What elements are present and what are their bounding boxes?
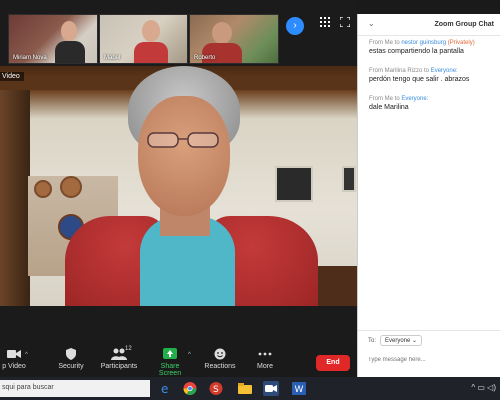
caret-up-icon[interactable]: ^ bbox=[188, 352, 191, 358]
smile-icon bbox=[214, 348, 226, 360]
grid-view-icon[interactable] bbox=[320, 17, 330, 27]
chat-message: From Me to Everyone: dale Marilina bbox=[369, 96, 499, 111]
meeting-toolbar: p Video ^ Security Participants 12 Share… bbox=[0, 340, 357, 377]
chevron-down-icon: ⌄ bbox=[412, 338, 418, 344]
svg-text:W: W bbox=[295, 385, 304, 395]
next-thumbnails-button[interactable]: › bbox=[286, 17, 304, 35]
message-recipient[interactable]: Everyone: bbox=[401, 96, 428, 102]
chat-message: From Marilina Rizzo to Everyone: perdón … bbox=[369, 68, 499, 83]
participant-face bbox=[61, 21, 77, 41]
shield-icon bbox=[66, 348, 76, 360]
message-text: perdón tengo que salir . abrazos bbox=[369, 76, 470, 83]
toolbar-label: Security bbox=[58, 363, 84, 370]
toolbar-label: Participants bbox=[100, 363, 138, 370]
fullscreen-icon[interactable] bbox=[340, 17, 350, 27]
windows-taskbar: squi para buscar e S W ^ ▭ ◁) bbox=[0, 377, 500, 400]
to-label: To: bbox=[368, 338, 377, 344]
participant-thumbnail[interactable]: Roberto bbox=[189, 14, 279, 64]
message-recipient[interactable]: Everyone: bbox=[431, 68, 458, 74]
edge-icon[interactable]: e bbox=[158, 381, 174, 396]
participant-name: Roberto bbox=[194, 55, 216, 61]
decor-plate bbox=[34, 180, 52, 198]
meeting-window: Miriam Nova Mabel Roberto › Video p Vide… bbox=[0, 0, 357, 377]
participant-body bbox=[55, 41, 85, 63]
participant-thumbnail[interactable]: Mabel bbox=[99, 14, 188, 64]
search-text: squi para buscar bbox=[2, 384, 54, 391]
decor-plate bbox=[60, 176, 82, 198]
participant-name: Miriam Nova bbox=[13, 55, 47, 61]
more-icon bbox=[258, 352, 272, 356]
security-button[interactable]: Security bbox=[56, 348, 86, 370]
network-icon: ▭ bbox=[477, 383, 485, 392]
taskbar-search[interactable]: squi para buscar bbox=[0, 380, 150, 397]
recipient-select[interactable]: Everyone ⌄ bbox=[380, 335, 423, 346]
recipient-value: Everyone bbox=[385, 338, 411, 344]
chevron-up-icon: ^ bbox=[471, 383, 476, 392]
toolbar-label: p Video bbox=[2, 363, 26, 370]
private-flag: (Privately) bbox=[447, 40, 475, 46]
toolbar-label: More bbox=[257, 363, 273, 370]
end-meeting-button[interactable]: End bbox=[316, 355, 350, 371]
stop-video-button[interactable]: p Video bbox=[0, 348, 28, 370]
message-sender: From Marilina Rizzo to bbox=[369, 68, 430, 74]
message-recipient[interactable]: nestor guinsburg bbox=[401, 40, 446, 46]
chat-footer: To: Everyone ⌄ bbox=[358, 330, 500, 377]
volume-icon: ◁) bbox=[487, 383, 496, 392]
svg-text:e: e bbox=[161, 382, 168, 396]
glasses-icon bbox=[147, 132, 219, 148]
message-sender: From Me to bbox=[369, 96, 400, 102]
participant-name: Mabel bbox=[104, 55, 121, 61]
chat-message: From Me to nestor guinsburg (Privately) … bbox=[369, 40, 499, 55]
chat-header: ⌄ Zoom Group Chat bbox=[358, 14, 500, 36]
participant-body bbox=[134, 42, 168, 63]
wall-picture bbox=[275, 166, 313, 202]
wall-picture bbox=[342, 166, 356, 192]
toolbar-label: Share Screen bbox=[158, 363, 182, 377]
chat-panel: ⌄ Zoom Group Chat From Me to nestor guin… bbox=[357, 14, 500, 377]
share-screen-icon bbox=[163, 348, 177, 359]
svg-text:S: S bbox=[213, 385, 219, 395]
system-tray[interactable]: ^ ▭ ◁) bbox=[471, 383, 496, 392]
chat-input[interactable] bbox=[368, 353, 493, 367]
participant-face bbox=[142, 20, 160, 42]
reactions-button[interactable]: Reactions bbox=[203, 348, 237, 370]
message-text: estas compartiendo la pantalla bbox=[369, 48, 464, 55]
zoom-icon[interactable] bbox=[263, 381, 279, 396]
folder-icon[interactable] bbox=[237, 381, 253, 396]
thumbnail-strip: Miriam Nova Mabel Roberto bbox=[0, 14, 357, 66]
app-icon[interactable]: S bbox=[208, 381, 224, 396]
wall-left bbox=[0, 90, 30, 306]
participant-thumbnail[interactable]: Miriam Nova bbox=[8, 14, 98, 64]
word-icon[interactable]: W bbox=[291, 381, 307, 396]
active-speaker-video bbox=[0, 66, 357, 306]
more-button[interactable]: More bbox=[251, 348, 279, 370]
toolbar-label: Reactions bbox=[204, 363, 236, 370]
message-text: dale Marilina bbox=[369, 104, 409, 111]
chat-message-meta: From Me to Everyone: bbox=[369, 96, 499, 102]
message-sender: From Me to bbox=[369, 40, 400, 46]
participant-face bbox=[212, 22, 232, 44]
video-label: Video bbox=[0, 72, 24, 81]
screen: Miriam Nova Mabel Roberto › Video p Vide… bbox=[0, 0, 500, 400]
participants-button[interactable]: Participants bbox=[98, 348, 140, 370]
chat-message-meta: From Marilina Rizzo to Everyone: bbox=[369, 68, 499, 74]
camera-icon bbox=[7, 350, 21, 358]
chrome-icon[interactable] bbox=[182, 381, 198, 396]
share-screen-button[interactable]: Share Screen bbox=[150, 348, 190, 377]
chat-message-meta: From Me to nestor guinsburg (Privately) bbox=[369, 40, 499, 46]
chat-title: Zoom Group Chat bbox=[434, 21, 495, 28]
speaker-face bbox=[138, 96, 230, 216]
chevron-down-icon[interactable]: ⌄ bbox=[368, 19, 375, 28]
caret-up-icon[interactable]: ^ bbox=[25, 352, 28, 358]
chevron-right-icon: › bbox=[293, 20, 297, 31]
participant-count: 12 bbox=[125, 346, 132, 352]
